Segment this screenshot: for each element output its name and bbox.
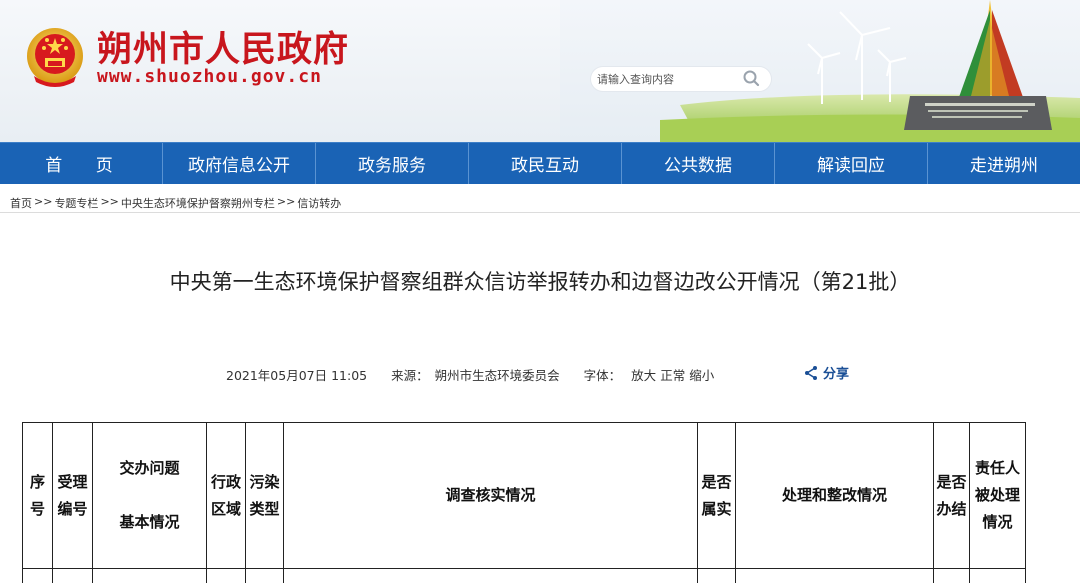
font-size-label: 字体：	[583, 368, 622, 383]
col-header-verified: 是否 属实	[697, 422, 736, 569]
table-cell	[52, 568, 93, 583]
table-cell	[735, 568, 934, 583]
table-cell	[22, 568, 53, 583]
article-meta: 2021年05月07日 11:05 来源： 朔州市生态环境委员会 字体： 放大 …	[226, 365, 714, 384]
col-header-investigation: 调查核实情况	[283, 422, 698, 569]
table-header-row: 序 号 受理 编号 交办问题 基本情况 行政 区域 污染 类型 调查核实情况 是…	[22, 422, 1026, 569]
col-header-closed: 是否 办结	[933, 422, 970, 569]
nav-item-about[interactable]: 走进朔州	[928, 143, 1080, 184]
font-small-button[interactable]: 缩小	[689, 365, 714, 384]
nav-item-services[interactable]: 政务服务	[316, 143, 469, 184]
table-cell	[697, 568, 736, 583]
nav-item-interaction[interactable]: 政民互动	[469, 143, 622, 184]
source-label: 来源：	[391, 368, 429, 383]
col-header-pollution-type: 污染 类型	[245, 422, 284, 569]
site-header: 朔州市人民政府 www.shuozhou.gov.cn	[0, 0, 1080, 142]
font-large-button[interactable]: 放大	[631, 365, 656, 384]
search-box	[591, 67, 771, 91]
breadcrumb-separator: >>	[34, 195, 53, 208]
search-icon	[743, 70, 760, 87]
main-nav: 首 页 政府信息公开 政务服务 政民互动 公共数据 解读回应 走进朔州	[0, 142, 1080, 184]
site-url[interactable]: www.shuozhou.gov.cn	[97, 66, 322, 87]
breadcrumb-separator: >>	[276, 195, 296, 208]
search-button[interactable]	[737, 67, 767, 91]
source-value: 朔州市生态环境委员会	[434, 368, 560, 383]
table-cell	[92, 568, 207, 583]
breadcrumb-home[interactable]: 首页	[10, 195, 32, 211]
breadcrumb-petition[interactable]: 信访转办	[297, 195, 341, 211]
breadcrumb: 首页 >> 专题专栏 >> 中央生态环境保护督察朔州专栏 >> 信访转办	[10, 195, 341, 211]
nav-item-gov-info[interactable]: 政府信息公开	[163, 143, 316, 184]
col-header-handling: 处理和整改情况	[735, 422, 934, 569]
table-cell	[969, 568, 1026, 583]
table-cell	[206, 568, 246, 583]
table-cell	[283, 568, 698, 583]
share-button[interactable]: 分享	[803, 363, 849, 382]
nav-item-public-data[interactable]: 公共数据	[622, 143, 775, 184]
nav-item-home[interactable]: 首 页	[0, 143, 163, 184]
breadcrumb-topics[interactable]: 专题专栏	[54, 195, 98, 211]
publish-date: 2021年05月07日 11:05	[226, 368, 368, 383]
nav-item-interpretation[interactable]: 解读回应	[775, 143, 928, 184]
table-row	[22, 568, 1026, 583]
divider	[0, 212, 1080, 213]
case-table: 序 号 受理 编号 交办问题 基本情况 行政 区域 污染 类型 调查核实情况 是…	[22, 422, 1026, 583]
article-title: 中央第一生态环境保护督察组群众信访举报转办和边督边改公开情况（第21批）	[169, 270, 911, 294]
col-header-accountability: 责任人 被处理 情况	[969, 422, 1026, 569]
share-label: 分享	[823, 367, 850, 382]
col-header-region: 行政 区域	[206, 422, 246, 569]
site-name[interactable]: 朔州市人民政府	[97, 30, 349, 70]
col-header-issue: 交办问题 基本情况	[92, 422, 207, 569]
search-input[interactable]	[597, 69, 733, 89]
share-icon	[805, 365, 817, 380]
table-cell	[933, 568, 970, 583]
breadcrumb-inspection-column[interactable]: 中央生态环境保护督察朔州专栏	[121, 195, 275, 211]
national-emblem-icon	[27, 28, 83, 87]
table-cell	[245, 568, 284, 583]
font-normal-button[interactable]: 正常	[660, 365, 685, 384]
col-header-case-number: 受理 编号	[52, 422, 93, 569]
breadcrumb-separator: >>	[100, 195, 119, 208]
col-header-index: 序 号	[22, 422, 53, 569]
